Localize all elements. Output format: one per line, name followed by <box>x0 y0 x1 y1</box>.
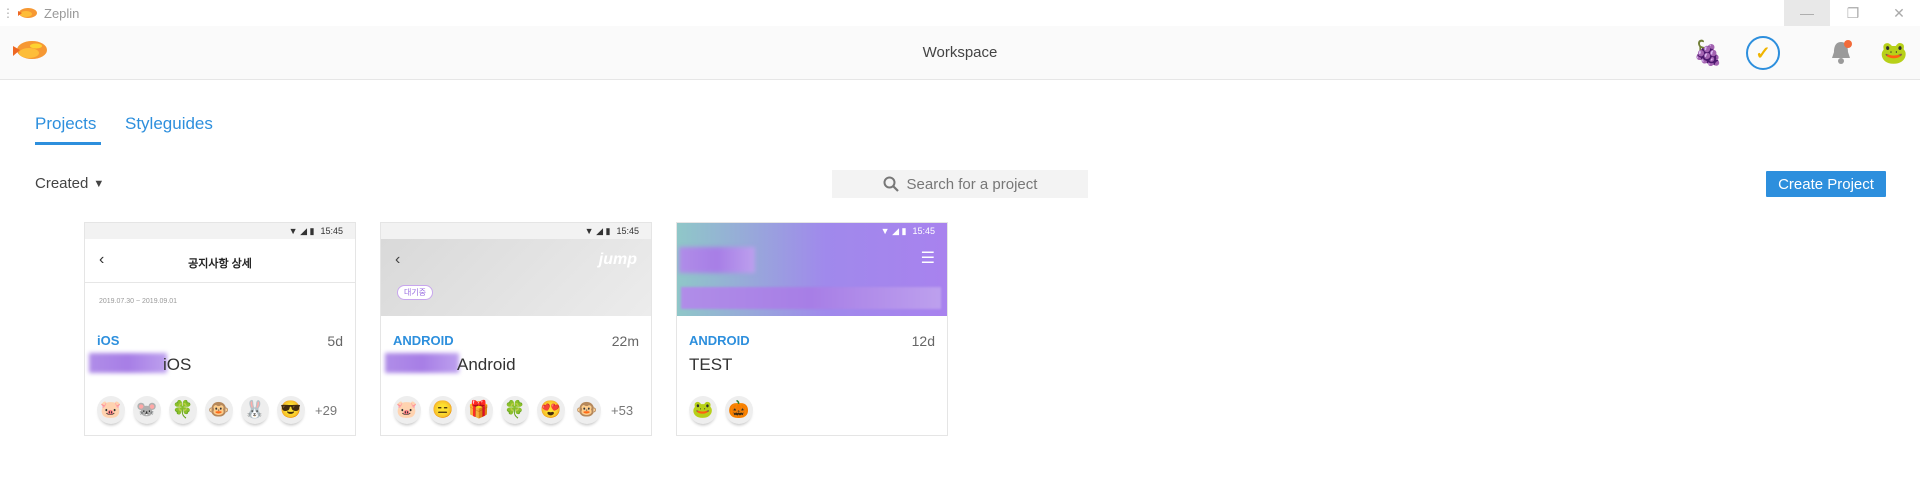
page-title: Workspace <box>922 44 998 61</box>
project-name: Android <box>457 355 516 374</box>
search-placeholder: Search for a project <box>906 175 1038 193</box>
notification-dot <box>1844 40 1852 48</box>
project-card-test[interactable]: ▼ ◢ ▮ 15:45 ☰ ANDROID 12d TEST 🐸 🎃 <box>676 222 948 436</box>
more-members-count: +29 <box>315 402 338 418</box>
project-thumbnail: ▼ ◢ ▮ 15:45 ‹ 공지사항 상세 2019.07.30 ~ 2019.0… <box>85 223 355 316</box>
avatar: 🐭 <box>133 396 161 424</box>
avatar: 🍀 <box>501 396 529 424</box>
project-age: 12d <box>911 333 935 349</box>
avatar: 🐷 <box>393 396 421 424</box>
avatar: 🎃 <box>725 396 753 424</box>
avatar: 🐸 <box>689 396 717 424</box>
project-thumbnail: ▼ ◢ ▮ 15:45 ‹ jump 대기중 <box>381 223 651 316</box>
sort-label: Created <box>35 175 89 192</box>
project-card-ios[interactable]: ▼ ◢ ▮ 15:45 ‹ 공지사항 상세 2019.07.30 ~ 2019.0… <box>84 222 356 436</box>
thumb-time: 15:45 <box>912 226 935 236</box>
avatar: 🐰 <box>241 396 269 424</box>
avatar: 😎 <box>277 396 305 424</box>
window-titlebar: ⋮ Zeplin <box>0 0 1920 26</box>
thumb-statusbar: ▼ ◢ ▮ 15:45 <box>880 225 935 237</box>
thumb-status-badge: 대기중 <box>397 285 434 300</box>
thumb-statusbar: ▼ ◢ ▮ 15:45 <box>381 223 651 239</box>
redacted-name <box>385 353 459 373</box>
project-thumbnail: ▼ ◢ ▮ 15:45 ☰ <box>677 223 947 316</box>
project-search-input[interactable]: Search for a project <box>832 170 1088 198</box>
tab-styleguides[interactable]: Styleguides <box>125 114 213 134</box>
activity-check-icon[interactable]: ✓ <box>1746 36 1780 70</box>
platform-label: ANDROID <box>393 333 454 348</box>
zeplin-logo-icon <box>18 8 37 18</box>
avatar: 🐵 <box>573 396 601 424</box>
grapes-icon[interactable]: 🍇 <box>1691 36 1725 70</box>
search-icon <box>883 176 899 192</box>
back-arrow-icon: ‹ <box>395 251 401 268</box>
thumb-time: 15:45 <box>616 226 639 236</box>
avatar: 🐷 <box>97 396 125 424</box>
minimize-button[interactable]: — <box>1784 0 1830 26</box>
thumb-brand: jump <box>598 251 637 268</box>
member-avatars: 🐷 😑 🎁 🍀 😍 🐵 +53 <box>393 396 633 424</box>
app-header: Workspace 🍇 ✓ 🐸 <box>0 26 1920 80</box>
close-button[interactable]: ✕ <box>1876 0 1920 26</box>
member-avatars: 🐸 🎃 <box>689 396 761 424</box>
app-name: Zeplin <box>44 5 80 21</box>
user-avatar-icon[interactable]: 🐸 <box>1877 36 1911 70</box>
tab-projects[interactable]: Projects <box>35 114 96 134</box>
notifications-bell-icon[interactable] <box>1824 36 1858 70</box>
menu-icon[interactable]: ⋮ <box>2 7 14 19</box>
thumb-statusbar: ▼ ◢ ▮ 15:45 <box>85 223 355 239</box>
avatar: 🍀 <box>169 396 197 424</box>
avatar: 😑 <box>429 396 457 424</box>
thumb-screen-title: 공지사항 상세 <box>188 258 252 270</box>
thumb-time: 15:45 <box>320 226 343 236</box>
active-tab-indicator <box>35 142 101 145</box>
more-members-count: +53 <box>611 402 634 418</box>
platform-label: ANDROID <box>689 333 750 348</box>
restore-button[interactable]: ❐ <box>1830 0 1876 26</box>
sort-dropdown[interactable]: Created ▼ <box>35 175 104 192</box>
create-project-button[interactable]: Create Project <box>1766 171 1886 197</box>
thumb-date-range: 2019.07.30 ~ 2019.09.01 <box>99 298 178 305</box>
avatar: 😍 <box>537 396 565 424</box>
project-age: 5d <box>327 333 343 349</box>
project-card-android[interactable]: ▼ ◢ ▮ 15:45 ‹ jump 대기중 ANDROID 22m Androi… <box>380 222 652 436</box>
redacted-name <box>89 353 167 373</box>
avatar: 🐵 <box>205 396 233 424</box>
member-avatars: 🐷 🐭 🍀 🐵 🐰 😎 +29 <box>97 396 337 424</box>
project-age: 22m <box>611 333 639 349</box>
project-name: iOS <box>163 355 192 374</box>
platform-label: iOS <box>97 333 120 348</box>
project-name: TEST <box>689 355 733 374</box>
chevron-down-icon: ▼ <box>93 177 105 190</box>
thumb-menu-icon: ☰ <box>920 250 935 267</box>
avatar: 🎁 <box>465 396 493 424</box>
